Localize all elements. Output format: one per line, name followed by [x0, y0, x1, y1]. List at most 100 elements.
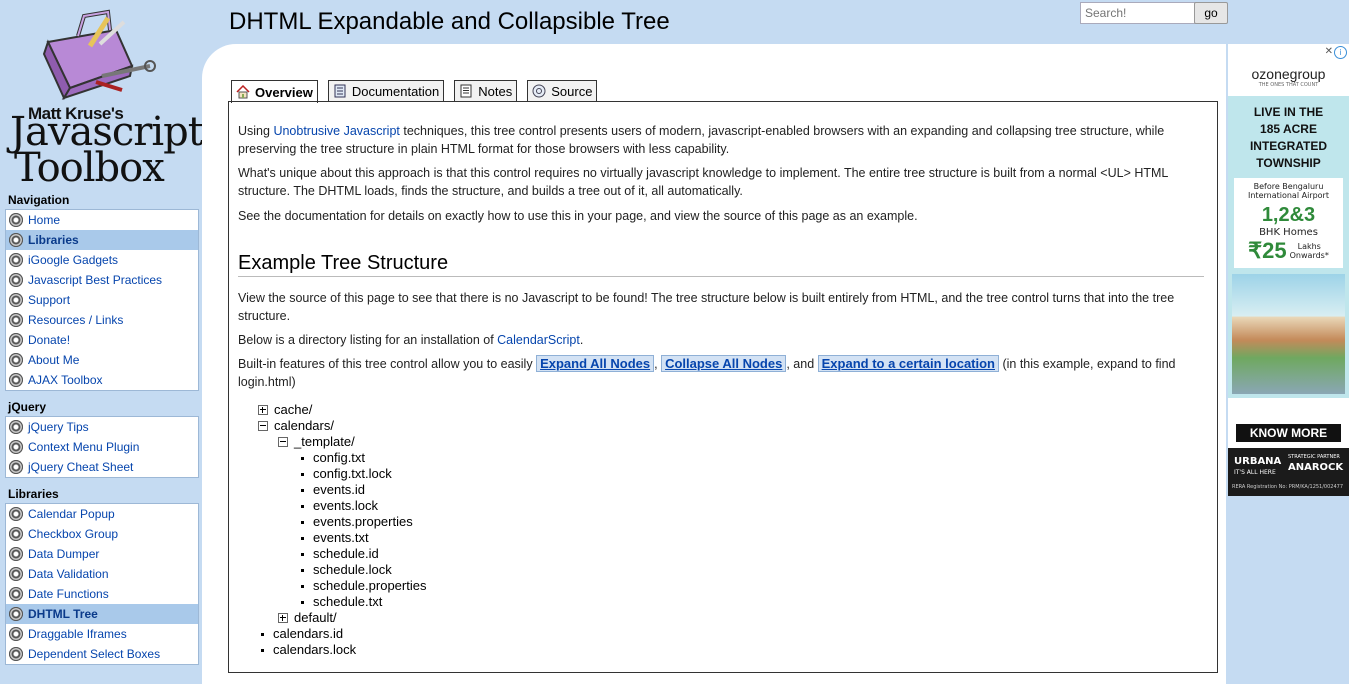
search-input[interactable] [1080, 2, 1196, 24]
collapse-all-button[interactable]: Collapse All Nodes [661, 355, 787, 372]
sidebar-item-donate[interactable]: Donate! [6, 330, 198, 350]
main-content-area: Overview Documentation Notes Source Using U… [202, 44, 1226, 684]
sidebar-item-context-menu-plugin[interactable]: Context Menu Plugin [6, 437, 198, 457]
tree-folder-item[interactable]: calendars/ [258, 418, 334, 434]
sidebar-item-label: Date Functions [28, 587, 109, 601]
tree-bullet-icon [301, 536, 304, 540]
sidebar-item-label: jQuery Tips [28, 420, 89, 434]
advertisement[interactable]: ✕ i ozonegroup THE ONES THAT COUNT LIVE … [1228, 44, 1349, 496]
nav-heading-navigation: Navigation [8, 193, 70, 207]
sidebar-item-resources-links[interactable]: Resources / Links [6, 310, 198, 330]
gear-bullet-icon [9, 233, 23, 247]
sidebar-item-jquery-cheat-sheet[interactable]: jQuery Cheat Sheet [6, 457, 198, 477]
search-button[interactable]: go [1194, 2, 1228, 24]
tab-source[interactable]: Source [527, 80, 598, 101]
tab-label: Documentation [351, 83, 440, 99]
tab-notes[interactable]: Notes [454, 80, 518, 101]
nav-heading-libraries: Libraries [8, 487, 59, 501]
expand-plus-icon[interactable] [258, 405, 268, 415]
tree-file-item: schedule.id [298, 546, 379, 562]
tree-file-item: schedule.lock [298, 562, 392, 578]
sidebar-item-igoogle-gadgets[interactable]: iGoogle Gadgets [6, 250, 198, 270]
sidebar-item-dependent-select-boxes[interactable]: Dependent Select Boxes [6, 644, 198, 664]
ad-location: Before Bengaluru International Airport [1238, 182, 1339, 200]
sidebar-item-label: Draggable Iframes [28, 627, 127, 641]
sidebar-item-date-functions[interactable]: Date Functions [6, 584, 198, 604]
sidebar-item-data-dumper[interactable]: Data Dumper [6, 544, 198, 564]
calendarscript-link[interactable]: CalendarScript [497, 333, 580, 347]
tree-file-item: events.lock [298, 498, 378, 514]
tree-bullet-icon [301, 456, 304, 460]
ad-headline-line: INTEGRATED [1249, 139, 1328, 153]
sidebar-item-label: Data Dumper [28, 547, 100, 561]
tab-label: Source [551, 83, 593, 99]
features-text-start: Built-in features of this tree control a… [238, 357, 537, 371]
sidebar-item-label: Libraries [28, 233, 79, 247]
sidebar-item-label: iGoogle Gadgets [28, 253, 119, 267]
directory-listing-paragraph: Below is a directory listing for an inst… [238, 331, 1204, 349]
expand-all-button[interactable]: Expand All Nodes [536, 355, 655, 372]
tab-bar: Overview Documentation Notes Source [231, 80, 598, 103]
tree-file-item: schedule.txt [298, 594, 382, 610]
gear-bullet-icon [9, 420, 23, 434]
ad-headline-line: 185 ACRE [1260, 122, 1317, 136]
sidebar-item-javascript-best-practices[interactable]: Javascript Best Practices [6, 270, 198, 290]
tree-folder-item[interactable]: default/ [278, 610, 337, 626]
ad-headline: LIVE IN THE 185 ACRE INTEGRATED TOWNSHIP [1232, 104, 1345, 172]
tree-item-label: schedule.properties [313, 578, 427, 593]
notes-icon [459, 84, 473, 98]
sidebar-item-libraries[interactable]: Libraries [6, 230, 198, 250]
ad-offer-box: Before Bengaluru International Airport 1… [1234, 178, 1343, 268]
sidebar-item-data-validation[interactable]: Data Validation [6, 564, 198, 584]
expand-to-location-button[interactable]: Expand to a certain location [817, 355, 999, 372]
sidebar-item-jquery-tips[interactable]: jQuery Tips [6, 417, 198, 437]
ad-location-line: International Airport [1248, 191, 1329, 200]
toolbox-icon [42, 9, 156, 101]
ad-headline-line: TOWNSHIP [1256, 156, 1321, 170]
gear-bullet-icon [9, 313, 23, 327]
sidebar-item-calendar-popup[interactable]: Calendar Popup [6, 504, 198, 524]
collapse-minus-icon[interactable] [278, 437, 288, 447]
tree-item-label: schedule.lock [313, 562, 392, 577]
sidebar-item-label: Donate! [28, 333, 71, 347]
sidebar-item-ajax-toolbox[interactable]: AJAX Toolbox [6, 370, 198, 390]
tab-label: Overview [255, 84, 313, 100]
sidebar-item-support[interactable]: Support [6, 290, 198, 310]
tree-folder-item[interactable]: _template/ [278, 434, 355, 450]
site-logo[interactable]: Matt Kruse's Javascript Toolbox [4, 2, 204, 188]
gear-bullet-icon [9, 273, 23, 287]
ad-footer: URBANA IT'S ALL HERE STRATEGIC PARTNER A… [1228, 448, 1349, 496]
tree-item-label: calendars/ [274, 418, 334, 433]
ad-info-icon[interactable]: i [1334, 46, 1347, 59]
documentation-paragraph: See the documentation for details on exa… [238, 209, 918, 223]
sidebar-item-about-me[interactable]: About Me [6, 350, 198, 370]
features-paragraph: Built-in features of this tree control a… [238, 355, 1204, 391]
sidebar-item-draggable-iframes[interactable]: Draggable Iframes [6, 624, 198, 644]
collapse-minus-icon[interactable] [258, 421, 268, 431]
directory-text-end: . [579, 333, 584, 347]
view-source-paragraph: View the source of this page to see that… [238, 291, 1175, 323]
expand-plus-icon[interactable] [278, 613, 288, 623]
tab-documentation[interactable]: Documentation [327, 80, 445, 101]
gear-bullet-icon [9, 607, 23, 621]
tree-item-label: config.txt.lock [313, 466, 392, 481]
nav-section-libraries: Calendar Popup Checkbox Group Data Dumper D… [5, 503, 199, 665]
sidebar-item-label: About Me [28, 353, 80, 367]
tree-bullet-icon [301, 488, 304, 492]
ad-footer-brand: URBANA [1234, 456, 1282, 467]
ad-close-icon[interactable]: ✕ [1325, 46, 1333, 57]
gear-bullet-icon [9, 333, 23, 347]
ad-price-unit-line: Lakhs [1297, 242, 1321, 251]
sidebar-item-checkbox-group[interactable]: Checkbox Group [6, 524, 198, 544]
tree-folder-item[interactable]: cache/ [258, 402, 312, 418]
tab-overview[interactable]: Overview [231, 80, 318, 103]
unobtrusive-javascript-link[interactable]: Unobtrusive Javascript [273, 124, 399, 138]
sidebar-item-dhtml-tree[interactable]: DHTML Tree [6, 604, 198, 624]
tree-bullet-icon [301, 520, 304, 524]
sidebar-item-label: Home [28, 213, 61, 227]
ad-panel: LIVE IN THE 185 ACRE INTEGRATED TOWNSHIP… [1228, 96, 1349, 398]
ad-know-more-button[interactable]: KNOW MORE [1236, 424, 1341, 442]
tree-file-item: config.txt.lock [298, 466, 392, 482]
sidebar-item-home[interactable]: Home [6, 210, 198, 230]
ad-headline-line: LIVE IN THE [1253, 105, 1324, 119]
